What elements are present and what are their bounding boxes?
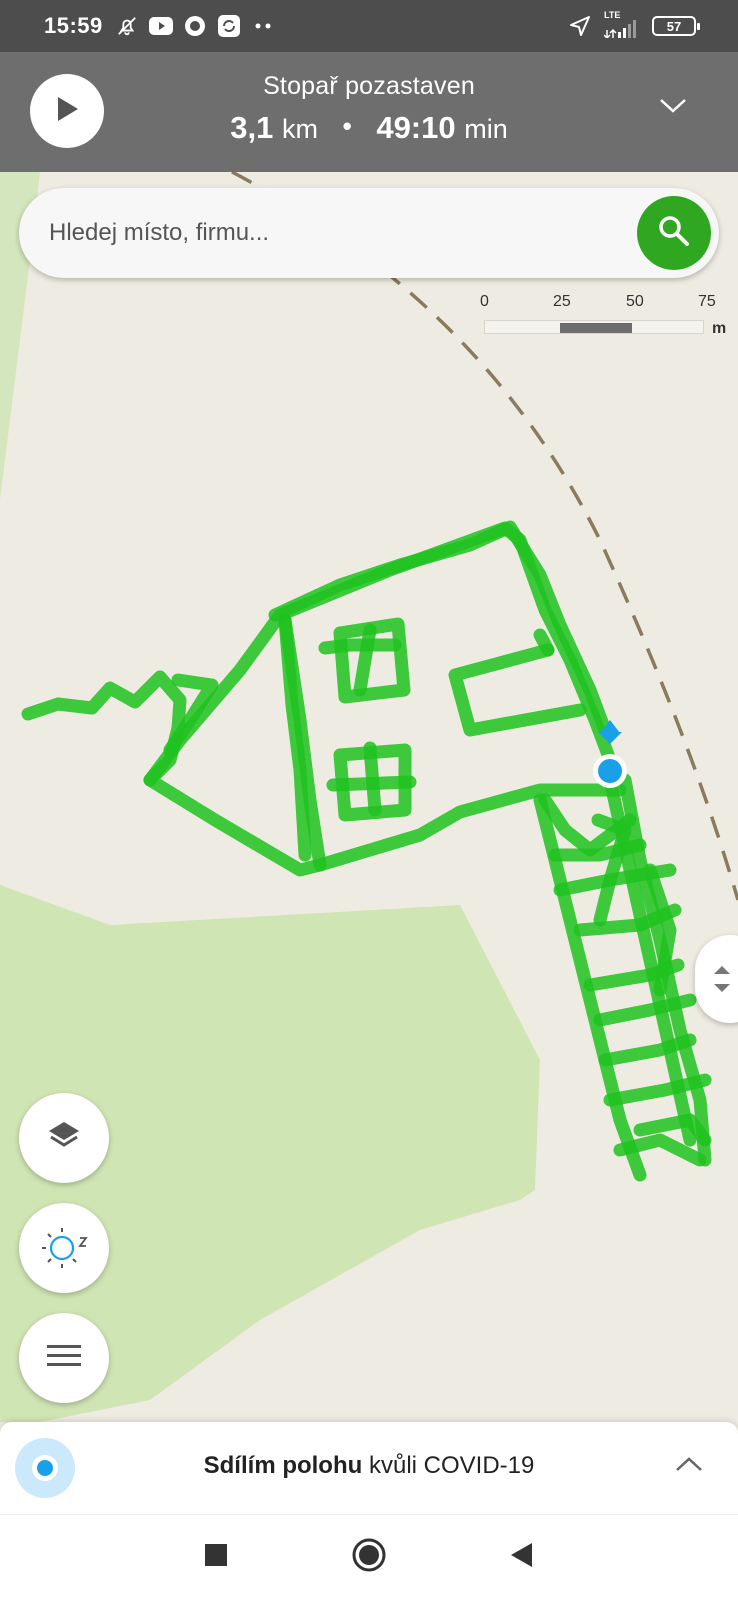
search-icon <box>657 214 691 253</box>
record-icon <box>183 14 207 38</box>
lte-signal-icon: LTE <box>604 10 640 38</box>
scale-label-0: 0 <box>480 293 489 310</box>
status-bar: 15:59 LTE 57 <box>0 0 738 52</box>
distance-unit: km <box>281 114 318 144</box>
layers-icon <box>46 1118 82 1159</box>
compass-sun-icon <box>36 1218 92 1279</box>
map-layers-button[interactable] <box>19 1093 109 1183</box>
scale-bar-fill <box>560 323 632 333</box>
home-circle-icon <box>351 1537 387 1578</box>
search-button[interactable] <box>637 196 711 270</box>
status-icons-right: LTE 57 <box>568 10 700 38</box>
youtube-icon <box>148 14 173 38</box>
system-navigation-bar <box>0 1514 738 1600</box>
home-button[interactable] <box>349 1537 389 1577</box>
collapse-tracker-button[interactable] <box>658 96 688 120</box>
location-arrow-icon <box>568 14 592 38</box>
search-input[interactable]: Hledej místo, firmu... <box>19 188 719 278</box>
distance-value: 3,1 <box>230 110 274 145</box>
expand-sharing-button[interactable] <box>674 1454 708 1478</box>
location-sharing-bar[interactable]: Sdílím polohu kvůli COVID-19 <box>0 1422 738 1514</box>
sync-app-icon <box>217 14 241 38</box>
main-menu-button[interactable] <box>19 1313 109 1403</box>
chevron-down-icon <box>658 99 688 120</box>
back-triangle-icon <box>508 1541 534 1574</box>
map-view[interactable] <box>0 172 738 1422</box>
square-icon <box>204 1543 228 1572</box>
expand-collapse-icon <box>711 961 733 1002</box>
status-icons-left <box>115 14 275 38</box>
sharing-normal-text: kvůli COVID-19 <box>362 1452 535 1479</box>
scale-label-25: 25 <box>553 293 571 310</box>
scale-label-75: 75 <box>698 293 716 310</box>
back-button[interactable] <box>501 1537 541 1577</box>
recent-apps-button[interactable] <box>196 1537 236 1577</box>
tracker-header: Stopař pozastaven 3,1 km • 49:10 min <box>0 52 738 172</box>
chevron-up-icon <box>674 1457 704 1478</box>
scale-bar <box>484 320 704 334</box>
scale-unit: m <box>712 320 727 337</box>
duration-value: 49:10 <box>376 110 456 145</box>
battery-indicator: 57 <box>652 16 700 36</box>
mute-bell-icon <box>115 14 139 38</box>
map-scale: 0 25 50 75 m <box>480 290 734 340</box>
tracker-status-title: Stopař pozastaven <box>263 72 475 100</box>
map-canvas <box>0 172 738 1422</box>
hamburger-menu-icon <box>47 1343 81 1374</box>
stats-separator: • <box>342 111 352 141</box>
search-placeholder: Hledej místo, firmu... <box>49 219 270 246</box>
sharing-bold-text: Sdílím polohu <box>203 1452 363 1479</box>
more-dots-icon <box>251 14 275 38</box>
scale-label-50: 50 <box>626 293 644 310</box>
location-sharing-text: Sdílím polohu kvůli COVID-19 <box>0 1452 738 1480</box>
compass-button[interactable] <box>19 1203 109 1293</box>
status-time: 15:59 <box>44 13 103 38</box>
duration-unit: min <box>464 114 508 144</box>
tracker-stats: 3,1 km • 49:10 min <box>0 110 738 146</box>
